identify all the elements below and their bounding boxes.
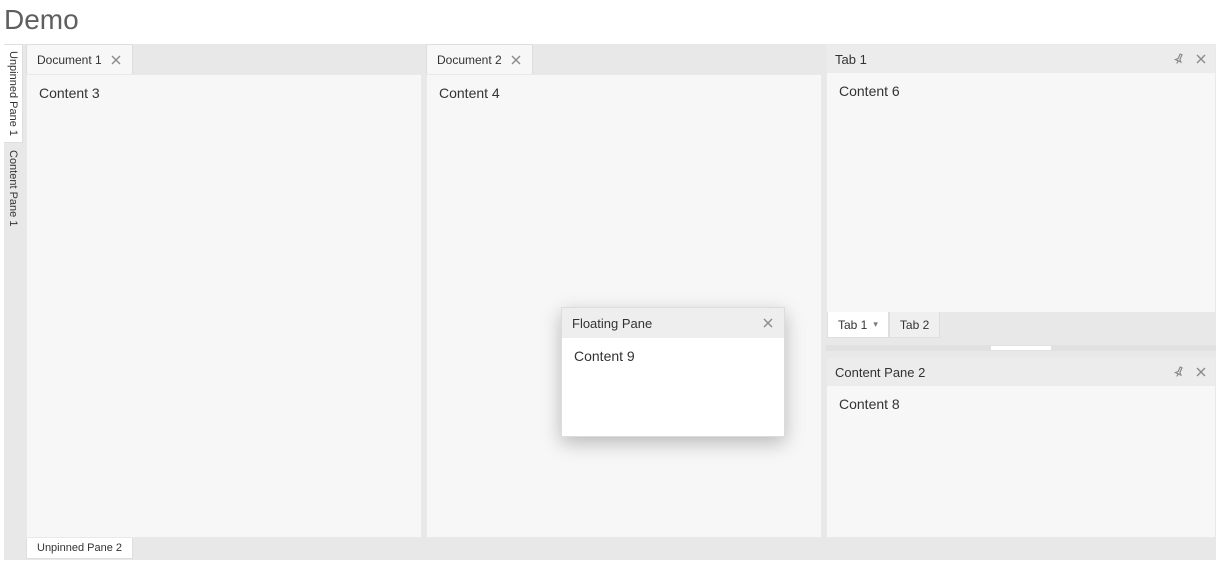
document-pane-1: Document 1 Content 3 [26, 44, 422, 538]
right-bottom-panel-body: Content 8 [827, 386, 1215, 537]
bottom-unpinned-tab-1[interactable]: Unpinned Pane 2 [26, 538, 133, 559]
close-icon[interactable] [510, 54, 522, 66]
dock-root: Unpinned Pane 1 Content Pane 1 Unpinned … [4, 44, 1216, 560]
tab-document-2[interactable]: Document 2 [426, 44, 533, 74]
right-bottom-panel: Content Pane 2 Content 8 [826, 357, 1216, 538]
document-2-body: Content 4 [426, 74, 822, 538]
right-top-panel-title: Tab 1 [835, 52, 867, 67]
right-bottom-panel-header[interactable]: Content Pane 2 [827, 358, 1215, 386]
close-icon[interactable] [1195, 53, 1207, 65]
right-top-panel-body: Content 6 [827, 73, 1215, 312]
close-icon[interactable] [1195, 366, 1207, 378]
document-host: Document 1 Content 3 Document 2 [26, 44, 822, 538]
close-icon[interactable] [762, 317, 774, 329]
pin-icon[interactable] [1173, 53, 1185, 65]
tab-tab1[interactable]: Tab 1 ▾ [827, 312, 889, 338]
tab-document-1[interactable]: Document 1 [26, 44, 133, 74]
document-1-body: Content 3 [26, 74, 422, 538]
document-1-tabrow: Document 1 [26, 44, 422, 74]
right-top-panel-header[interactable]: Tab 1 [827, 45, 1215, 73]
document-pane-2: Document 2 Content 4 [426, 44, 822, 538]
right-top-panel-tabs: Tab 1 ▾ Tab 2 [827, 312, 1215, 338]
right-top-panel: Tab 1 Content 6 Tab 1 ▾ [826, 44, 1216, 339]
tab-document-1-label: Document 1 [37, 53, 102, 67]
tab-tab2-label: Tab 2 [900, 318, 929, 332]
left-unpinned-tab-1[interactable]: Unpinned Pane 1 [4, 44, 23, 143]
bottom-unpinned-strip: Unpinned Pane 2 [26, 538, 1216, 560]
right-column: Tab 1 Content 6 Tab 1 ▾ [826, 44, 1216, 538]
tab-tab1-label: Tab 1 [838, 318, 867, 332]
floating-pane-title: Floating Pane [572, 316, 652, 331]
floating-pane[interactable]: Floating Pane Content 9 [561, 307, 785, 437]
page-title: Demo [0, 0, 1220, 44]
pin-icon[interactable] [1173, 366, 1185, 378]
chevron-down-icon[interactable]: ▾ [873, 319, 878, 330]
horizontal-splitter[interactable] [826, 345, 1216, 351]
document-2-tabrow: Document 2 [426, 44, 822, 74]
work-area: Document 1 Content 3 Document 2 [26, 44, 1216, 538]
floating-pane-body: Content 9 [562, 338, 784, 436]
left-unpinned-strip: Unpinned Pane 1 Content Pane 1 [4, 44, 26, 538]
tab-tab2[interactable]: Tab 2 [889, 312, 940, 338]
tab-document-2-label: Document 2 [437, 53, 502, 67]
left-unpinned-tab-2[interactable]: Content Pane 1 [4, 143, 23, 233]
right-bottom-panel-title: Content Pane 2 [835, 365, 925, 380]
floating-pane-header[interactable]: Floating Pane [562, 308, 784, 338]
close-icon[interactable] [110, 54, 122, 66]
